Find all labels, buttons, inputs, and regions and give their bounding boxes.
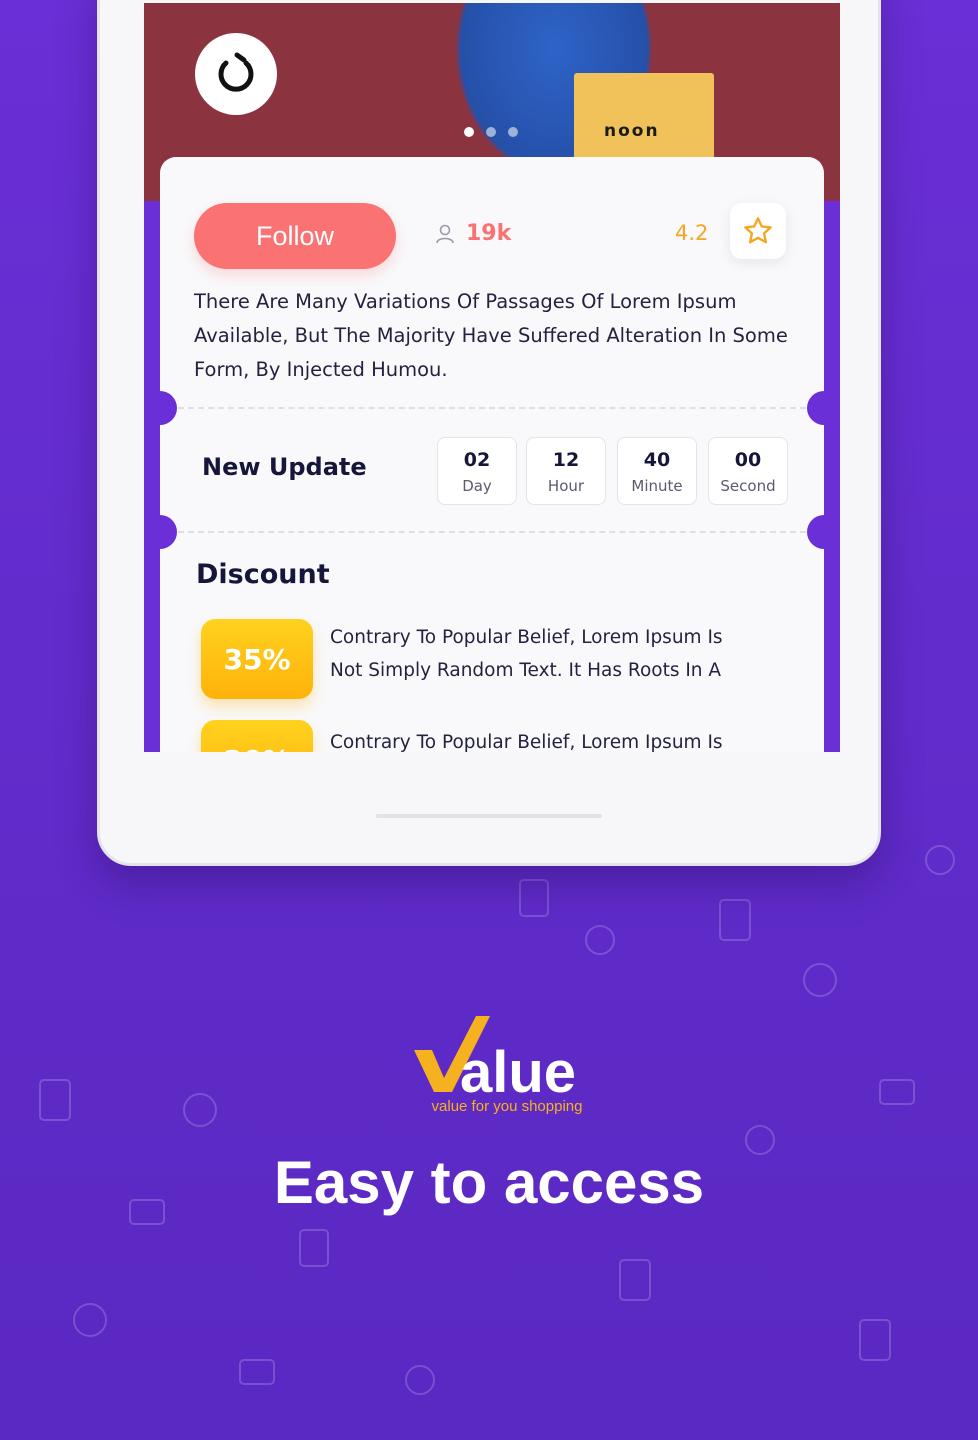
countdown-minutes: 40 Minute	[617, 437, 697, 505]
favorite-button[interactable]	[730, 203, 786, 259]
rating-value: 4.2	[675, 221, 709, 245]
store-card: Follow 19k 4.2 There Are Many Variations…	[144, 157, 840, 752]
countdown-seconds: 00 Second	[708, 437, 788, 505]
star-icon	[744, 217, 772, 244]
home-indicator[interactable]	[376, 814, 602, 818]
store-logo[interactable]	[195, 33, 277, 115]
carousel-dot[interactable]	[464, 127, 474, 137]
countdown-label: Day	[462, 477, 492, 495]
card-notch	[144, 391, 177, 425]
countdown-hours: 12 Hour	[526, 437, 606, 505]
phone-frame: noon Follow 19k 4.2 There Are Many Varia…	[97, 0, 881, 866]
new-update-title: New Update	[202, 453, 367, 481]
noon-logo-icon	[218, 52, 254, 92]
discount-description[interactable]: Contrary To Popular Belief, Lorem Ipsum …	[330, 726, 760, 752]
followers-count: 19k	[434, 221, 511, 246]
countdown-label: Second	[720, 477, 776, 495]
discount-badge[interactable]: 20%	[201, 720, 313, 752]
value-logo-icon: alue	[414, 1016, 576, 1105]
svg-text:alue: alue	[460, 1040, 576, 1098]
discount-badge[interactable]: 35%	[201, 619, 313, 699]
banner-box-logo: noon	[604, 121, 660, 141]
app-screen: noon Follow 19k 4.2 There Are Many Varia…	[144, 3, 840, 752]
countdown-value: 00	[734, 449, 762, 471]
section-divider	[178, 407, 806, 409]
section-divider	[178, 531, 806, 533]
store-description: There Are Many Variations Of Passages Of…	[194, 290, 788, 381]
brand-logo: alue value for you shopping	[412, 1012, 602, 1124]
countdown-days: 02 Day	[437, 437, 517, 505]
countdown-value: 12	[552, 449, 580, 471]
discount-description[interactable]: Contrary To Popular Belief, Lorem Ipsum …	[330, 621, 760, 687]
countdown-label: Hour	[547, 477, 585, 495]
carousel-dot[interactable]	[508, 127, 518, 137]
carousel-dot[interactable]	[486, 127, 496, 137]
brand-tagline: value for you shopping	[431, 1098, 583, 1115]
discount-title: Discount	[196, 559, 330, 590]
card-notch	[807, 515, 840, 549]
user-icon	[436, 224, 454, 243]
card-notch	[807, 391, 840, 425]
countdown-label: Minute	[631, 477, 683, 495]
countdown-value: 02	[463, 449, 491, 471]
follow-button[interactable]: Follow	[194, 203, 396, 269]
followers-value: 19k	[466, 221, 512, 246]
card-notch	[144, 515, 177, 549]
carousel-indicator	[464, 127, 518, 137]
countdown-value: 40	[643, 449, 671, 471]
headline: Easy to access	[273, 1149, 705, 1216]
